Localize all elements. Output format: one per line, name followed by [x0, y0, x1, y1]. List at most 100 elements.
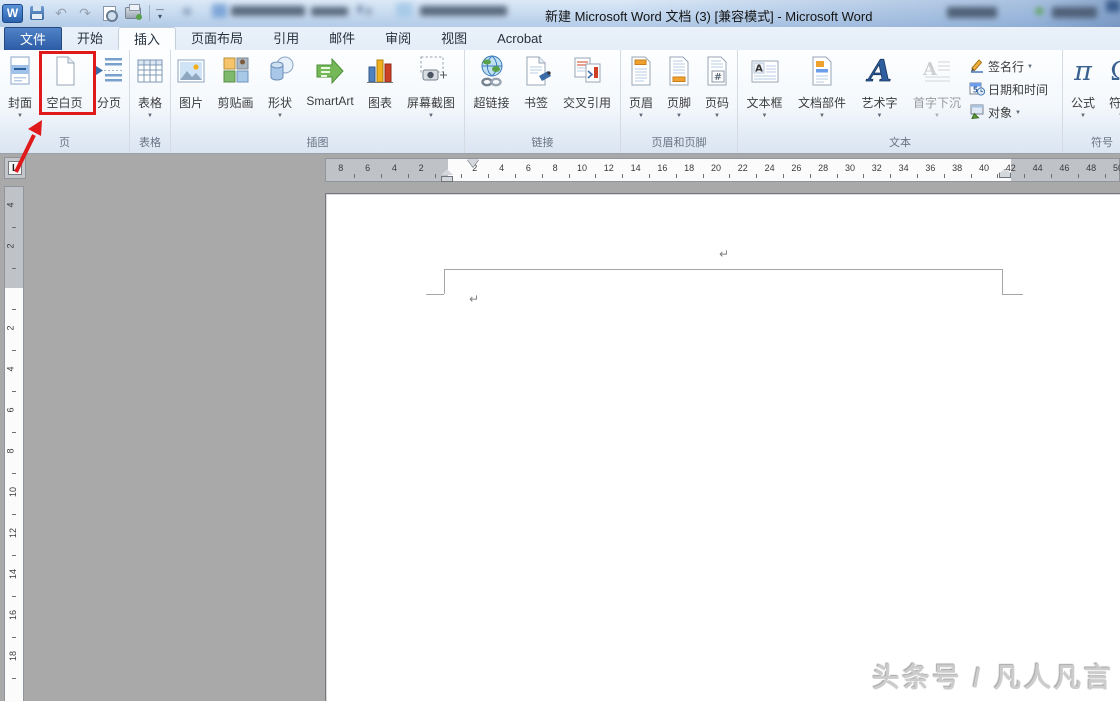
dropdown-arrow-icon[interactable]: ▼: [762, 113, 768, 119]
word-logo-icon[interactable]: W: [2, 4, 23, 23]
cover-page-button[interactable]: 封面▼: [1, 51, 39, 119]
dropdown-arrow-icon[interactable]: ▼: [638, 113, 644, 119]
wordart-button[interactable]: A艺术字▼: [854, 51, 905, 119]
dropdown-arrow-icon[interactable]: ▼: [877, 113, 883, 119]
page-break-icon: [92, 54, 126, 93]
tab-page-layout[interactable]: 页面布局: [176, 27, 258, 50]
ruler-tick: [863, 174, 864, 178]
dropdown-arrow-icon[interactable]: ▼: [277, 113, 283, 119]
hyperlink-globe-icon: [475, 54, 509, 93]
button-label: 分页: [97, 94, 121, 111]
button-label: 符号: [1109, 94, 1120, 111]
footer-button[interactable]: 页脚▼: [660, 51, 698, 119]
dropdown-arrow-icon[interactable]: ▼: [676, 113, 682, 119]
cross-reference-button[interactable]: 交叉引用: [555, 51, 619, 111]
screenshot-button[interactable]: 屏幕截图▼: [399, 51, 463, 119]
bookmark-button[interactable]: 书签: [517, 51, 555, 111]
tab-insert[interactable]: 插入: [118, 27, 176, 50]
print-icon[interactable]: [123, 4, 143, 22]
blurred-patch: [365, 8, 372, 15]
ruler-number: 8: [553, 163, 558, 173]
dropdown-arrow-icon[interactable]: ▼: [1027, 64, 1033, 70]
ruler-tick: [12, 555, 16, 556]
shapes-icon: [263, 54, 297, 93]
ruler-tick: [12, 514, 16, 515]
tab-references[interactable]: 引用: [258, 27, 314, 50]
symbol-button[interactable]: Ω符号▼: [1102, 51, 1120, 119]
ruler-tick: [649, 174, 650, 178]
tab-file[interactable]: 文件: [4, 27, 62, 50]
ruler-tick: [917, 174, 918, 178]
ruler-tick: [12, 309, 16, 310]
dropdown-arrow-icon[interactable]: ▼: [1015, 110, 1021, 116]
ruler-tick: [1051, 174, 1052, 178]
table-grid-icon: [133, 54, 167, 93]
date-time-button[interactable]: 5日期和时间: [969, 80, 1061, 99]
ruler-tick: [944, 174, 945, 178]
left-indent-marker[interactable]: [441, 169, 453, 182]
picture-button[interactable]: 图片: [172, 51, 210, 111]
ruler-tick: [12, 350, 16, 351]
dropdown-arrow-icon[interactable]: ▼: [147, 113, 153, 119]
header-button[interactable]: 页眉▼: [622, 51, 660, 119]
redo-icon[interactable]: ↷: [75, 4, 95, 22]
ruler-number: 22: [738, 163, 748, 173]
button-label: 剪贴画: [217, 94, 253, 111]
group-label-header-footer: 页眉和页脚: [622, 136, 736, 153]
text-boundary-left-corner: [426, 294, 444, 295]
object-button[interactable]: 对象▼: [969, 103, 1061, 122]
annotation-highlight-box: [39, 51, 96, 115]
signature-line-button[interactable]: 签名行▼: [969, 57, 1061, 76]
dropdown-arrow-icon[interactable]: ▼: [1080, 113, 1086, 119]
tab-home[interactable]: 开始: [62, 27, 118, 50]
object-embed-icon: [969, 103, 985, 122]
ribbon-group-illustrations: 图片剪贴画形状▼SmartArt图表屏幕截图▼插图: [171, 50, 465, 153]
hyperlink-button[interactable]: 超链接: [466, 51, 517, 111]
button-label: 封面: [8, 94, 32, 111]
blurred-patch: [420, 6, 507, 16]
document-page[interactable]: ↵ ↵: [325, 193, 1120, 701]
blurred-patch: [357, 5, 363, 13]
first-line-indent-marker[interactable]: [467, 159, 479, 167]
tab-view[interactable]: 视图: [426, 27, 482, 50]
clip-art-button[interactable]: 剪贴画: [210, 51, 261, 111]
blurred-patch: [311, 7, 348, 16]
tab-acrobat[interactable]: Acrobat: [482, 27, 557, 50]
ruler-number: 14: [8, 569, 18, 579]
smartart-button[interactable]: SmartArt: [299, 51, 361, 108]
dropdown-arrow-icon[interactable]: ▼: [819, 113, 825, 119]
button-label: 签名行: [988, 58, 1024, 75]
vertical-ruler[interactable]: 4224681012141618: [4, 186, 24, 701]
smartart-icon: [313, 54, 347, 93]
dropdown-arrow-icon[interactable]: ▼: [714, 113, 720, 119]
blurred-patch: [231, 6, 305, 16]
table-button[interactable]: 表格▼: [131, 51, 169, 119]
ruler-tick: [595, 174, 596, 178]
chart-button[interactable]: 图表: [361, 51, 399, 111]
ruler-number: 4: [392, 163, 397, 173]
text-box-icon: A: [748, 54, 782, 93]
qat-customize-dropdown-icon[interactable]: —▾: [156, 6, 164, 20]
ruler-tick: [12, 268, 16, 269]
ruler-number: 6: [526, 163, 531, 173]
tab-review[interactable]: 审阅: [370, 27, 426, 50]
dropdown-arrow-icon[interactable]: ▼: [428, 113, 434, 119]
button-label: 文本框: [746, 94, 782, 111]
print-preview-icon[interactable]: [99, 4, 119, 22]
blurred-patch: [212, 4, 227, 18]
save-icon[interactable]: [27, 4, 47, 22]
tab-mailings[interactable]: 邮件: [314, 27, 370, 50]
ruler-tick: [1105, 174, 1106, 178]
ruler-number: 48: [1086, 163, 1096, 173]
equation-button[interactable]: π公式▼: [1064, 51, 1102, 119]
ruler-tick: [783, 174, 784, 178]
shapes-button[interactable]: 形状▼: [261, 51, 299, 119]
page-number-button[interactable]: #页码▼: [698, 51, 736, 119]
blurred-patch: [183, 8, 191, 15]
word-window: W ↶ ↷ —▾ 新建 Microsoft Word 文档 (3) [兼容模式]…: [0, 0, 1120, 701]
quick-parts-button[interactable]: 文档部件▼: [790, 51, 854, 119]
undo-icon[interactable]: ↶: [51, 4, 71, 22]
text-box-button[interactable]: A文本框 ▼: [739, 51, 790, 119]
ribbon-group-header-footer: 页眉▼页脚▼#页码▼页眉和页脚: [621, 50, 738, 153]
button-label: 页码: [705, 94, 729, 111]
